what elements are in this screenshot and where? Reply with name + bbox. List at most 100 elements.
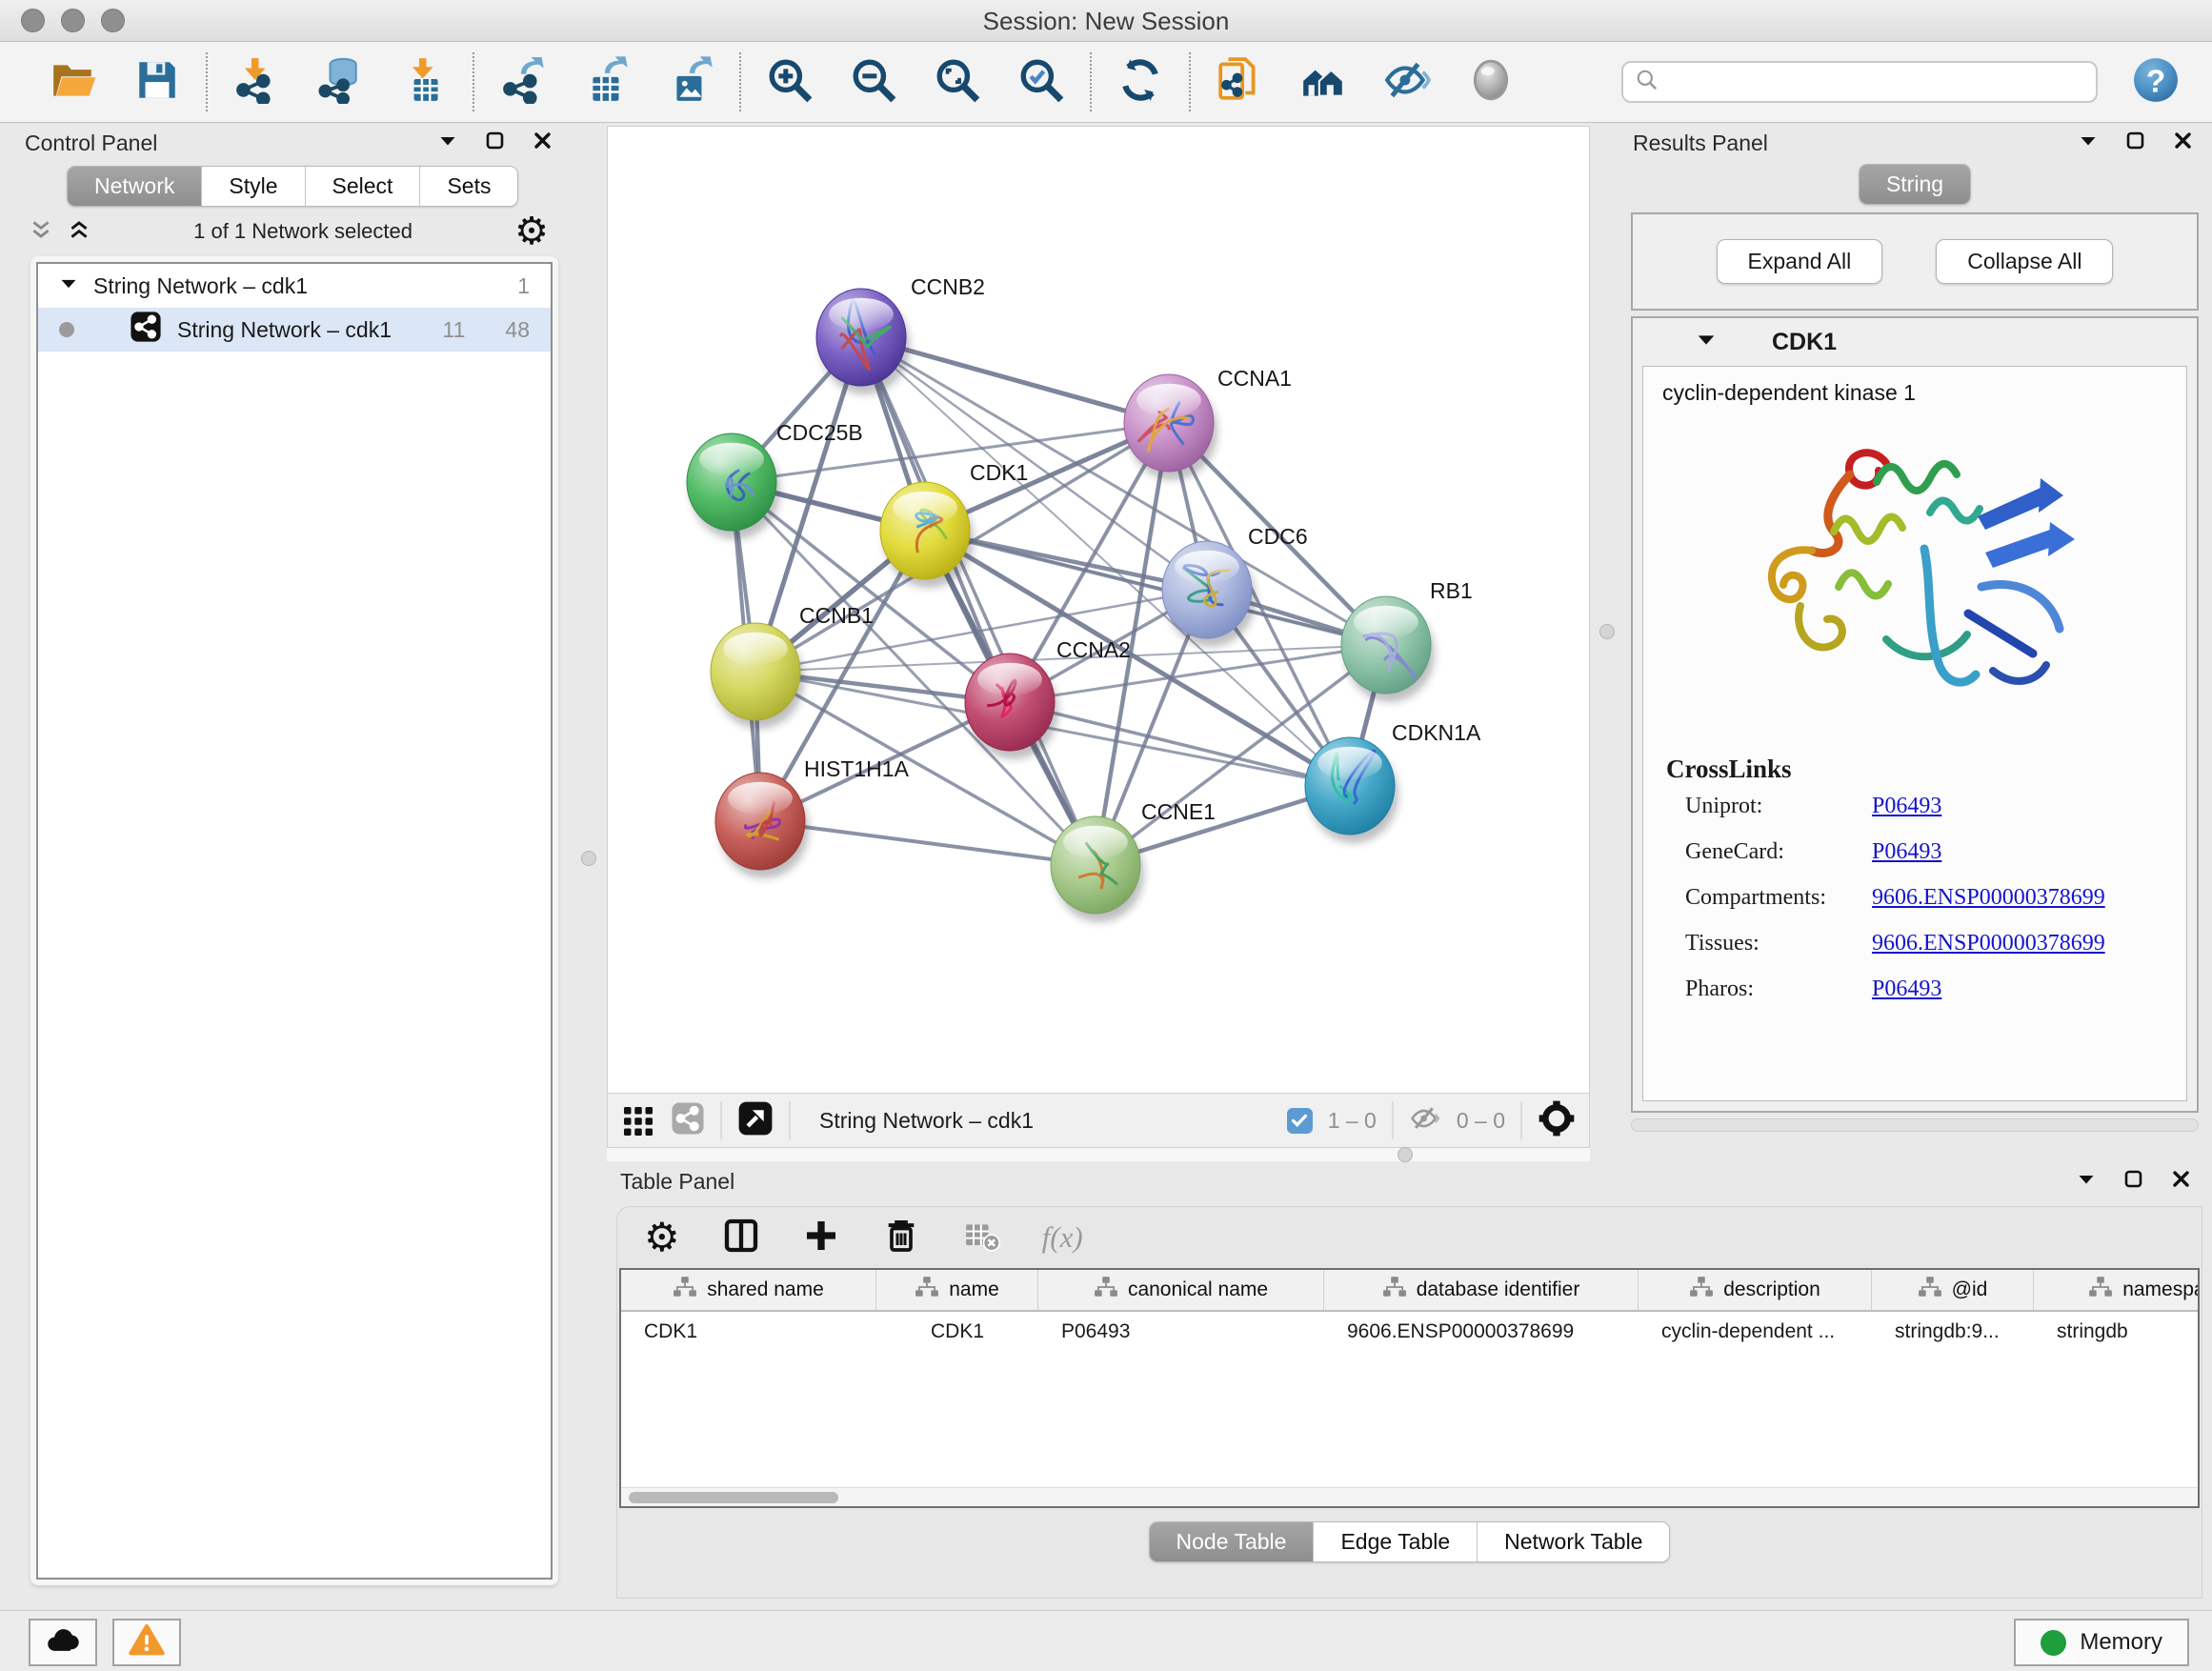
network-node[interactable]	[715, 773, 809, 878]
column-header-description[interactable]: description	[1639, 1270, 1872, 1310]
expand-all-button[interactable]: Expand All	[1717, 239, 1883, 284]
help-button[interactable]: ?	[2130, 56, 2182, 108]
table-cell[interactable]: CDK1	[621, 1312, 876, 1352]
column-header-namespace[interactable]: namespace	[2034, 1270, 2200, 1310]
import-network-from-file-button[interactable]	[231, 56, 282, 108]
hide-selected-button[interactable]	[1381, 56, 1433, 108]
table-row[interactable]: CDK1CDK1P064939606.ENSP00000378699cyclin…	[621, 1312, 2198, 1352]
bottom-splitter-handle[interactable]	[1398, 1147, 1413, 1162]
panel-menu-icon[interactable]	[2077, 130, 2100, 157]
network-node[interactable]	[687, 433, 780, 539]
network-node[interactable]	[1341, 596, 1435, 702]
crosshair-icon[interactable]	[1538, 1099, 1576, 1142]
tab-network[interactable]: Network	[68, 167, 201, 206]
cloud-button[interactable]	[29, 1619, 97, 1666]
column-header-name[interactable]: name	[876, 1270, 1038, 1310]
export-image-button[interactable]	[665, 56, 716, 108]
table-cell[interactable]: cyclin-dependent ...	[1639, 1312, 1872, 1352]
import-network-from-database-button[interactable]	[314, 56, 366, 108]
tab-node-table[interactable]: Node Table	[1150, 1522, 1314, 1561]
apply-layout-button[interactable]	[1115, 56, 1166, 108]
network-node[interactable]	[1124, 374, 1217, 480]
right-splitter-handle[interactable]	[1599, 624, 1615, 639]
table-horizontal-scrollbar[interactable]	[621, 1487, 2198, 1506]
table-mode-gear-icon[interactable]: ⚙	[644, 1218, 680, 1258]
export-table-button[interactable]	[581, 56, 633, 108]
zoom-fit-button[interactable]	[932, 56, 983, 108]
crosslink-link[interactable]: P06493	[1872, 794, 1941, 819]
crosslink-link[interactable]: 9606.ENSP00000378699	[1872, 931, 2105, 956]
scrollbar-thumb[interactable]	[629, 1492, 838, 1503]
delete-table-icon[interactable]	[962, 1217, 1000, 1259]
close-panel-icon[interactable]	[2170, 1168, 2193, 1196]
column-header--id[interactable]: @id	[1872, 1270, 2034, 1310]
network-node[interactable]	[816, 289, 910, 394]
table-cell[interactable]: stringdb	[2034, 1312, 2200, 1352]
section-collapse-arrow-icon[interactable]	[1696, 330, 1717, 355]
tab-edge-table[interactable]: Edge Table	[1313, 1522, 1477, 1561]
birds-eye-view-icon[interactable]	[737, 1100, 774, 1141]
left-splitter-handle[interactable]	[581, 851, 596, 866]
first-neighbors-button[interactable]	[1297, 56, 1349, 108]
share-document-button[interactable]	[1214, 56, 1265, 108]
table-cell[interactable]: P06493	[1038, 1312, 1324, 1352]
open-session-button[interactable]	[48, 56, 99, 108]
memory-button[interactable]: Memory	[2014, 1619, 2189, 1666]
table-cell[interactable]: CDK1	[876, 1312, 1038, 1352]
panel-menu-icon[interactable]	[436, 130, 459, 157]
crosslink-link[interactable]: 9606.ENSP00000378699	[1872, 885, 2105, 911]
collapse-all-button[interactable]: Collapse All	[1936, 239, 2113, 284]
float-panel-icon[interactable]	[2122, 1168, 2145, 1196]
search-input[interactable]	[1667, 70, 2084, 94]
network-node[interactable]	[1051, 816, 1144, 922]
zoom-in-button[interactable]	[764, 56, 815, 108]
float-panel-icon[interactable]	[2124, 130, 2147, 157]
show-columns-icon[interactable]	[722, 1217, 760, 1259]
panel-menu-icon[interactable]	[2075, 1168, 2098, 1196]
save-session-button[interactable]	[131, 56, 183, 108]
collapse-all-icon[interactable]	[29, 217, 53, 247]
delete-column-trash-icon[interactable]	[882, 1217, 920, 1259]
network-node[interactable]	[880, 482, 974, 588]
crosslink-link[interactable]: P06493	[1872, 839, 1941, 865]
hidden-eye-slash-icon[interactable]	[1409, 1102, 1441, 1139]
table-cell[interactable]: 9606.ENSP00000378699	[1324, 1312, 1639, 1352]
network-node[interactable]	[711, 623, 804, 729]
crosslink-link[interactable]: P06493	[1872, 976, 1941, 1002]
results-scrollbar[interactable]	[1631, 1118, 2199, 1132]
network-node[interactable]	[1305, 737, 1398, 843]
function-builder-icon[interactable]: f(x)	[1042, 1220, 1083, 1255]
table-cell[interactable]: stringdb:9...	[1872, 1312, 2034, 1352]
horizontal-splitter[interactable]	[607, 1148, 1590, 1161]
expand-all-icon[interactable]	[67, 217, 91, 247]
warning-button[interactable]	[112, 1619, 181, 1666]
zoom-out-button[interactable]	[848, 56, 899, 108]
network-node[interactable]	[1162, 541, 1256, 647]
network-collection-row[interactable]: String Network – cdk1 1	[38, 264, 551, 308]
collapse-arrow-icon[interactable]	[59, 273, 78, 299]
column-header-database-identifier[interactable]: database identifier	[1324, 1270, 1639, 1310]
column-header-canonical-name[interactable]: canonical name	[1038, 1270, 1324, 1310]
gene-section-header[interactable]: CDK1	[1633, 318, 2197, 366]
search-box[interactable]	[1621, 61, 2098, 103]
column-header-shared-name[interactable]: shared name	[621, 1270, 876, 1310]
zoom-selected-button[interactable]	[1016, 56, 1067, 108]
network-canvas[interactable]: CCNB2CCNA1CDC25BCDK1CDC6RB1CCNB1CCNA2CDK…	[607, 126, 1590, 1094]
add-column-icon[interactable]	[802, 1217, 840, 1259]
tab-string[interactable]: String	[1860, 165, 1970, 204]
export-network-button[interactable]	[497, 56, 549, 108]
network-edge[interactable]	[760, 821, 1096, 865]
tab-select[interactable]: Select	[305, 167, 420, 206]
network-options-gear-icon[interactable]: ⚙	[514, 212, 549, 251]
tab-network-table[interactable]: Network Table	[1477, 1522, 1669, 1561]
selected-checkbox-icon[interactable]	[1287, 1108, 1313, 1134]
float-panel-icon[interactable]	[484, 130, 507, 157]
close-panel-icon[interactable]	[532, 130, 554, 157]
close-panel-icon[interactable]	[2172, 130, 2195, 157]
tab-sets[interactable]: Sets	[419, 167, 517, 206]
network-row[interactable]: String Network – cdk1 11 48	[38, 308, 551, 352]
grid-view-icon[interactable]	[621, 1101, 655, 1140]
network-share-view-icon[interactable]	[671, 1101, 705, 1140]
network-edge[interactable]	[861, 337, 1096, 865]
import-table-from-file-button[interactable]	[398, 56, 450, 108]
